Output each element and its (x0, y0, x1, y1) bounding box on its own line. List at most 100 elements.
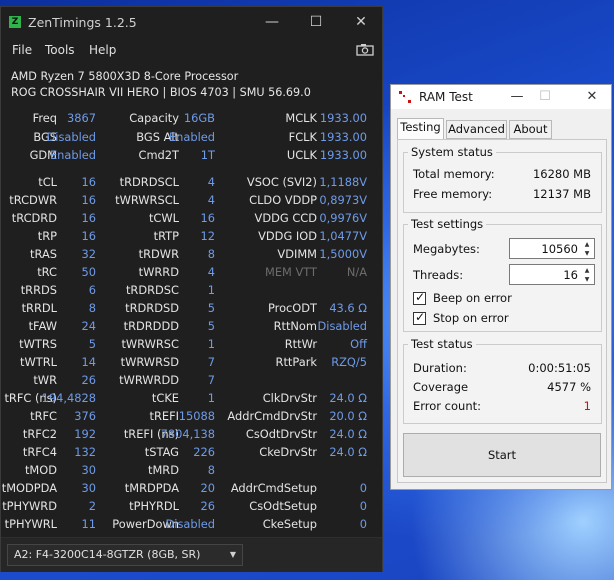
timing-value: 4 (207, 265, 215, 279)
timing-label: tRFC2 (22, 427, 57, 441)
stop-on-error-checkbox[interactable] (413, 310, 426, 325)
chevron-down-icon: ▼ (229, 550, 236, 559)
timing-value: 0 (359, 517, 367, 531)
menu-tools[interactable]: Tools (45, 43, 75, 57)
timing-label: tRAS (30, 247, 57, 261)
stop-on-error-label[interactable]: Stop on error (433, 311, 509, 325)
test-settings-group: Test settings Megabytes: 10560 ▲ ▼ Threa… (403, 217, 602, 332)
threads-value: 16 (563, 268, 578, 282)
minimize-button[interactable]: — (506, 87, 528, 107)
summary-value: 1933.00 (319, 111, 367, 125)
timing-label: VDDG CCD (254, 211, 317, 225)
timing-value: RZQ/5 (331, 355, 367, 369)
timing-label: ClkDrvStr (262, 391, 317, 405)
test-status-title: Test status (408, 337, 476, 351)
timing-value: 1 (207, 337, 215, 351)
megabytes-stepper[interactable]: 10560 ▲ ▼ (509, 238, 595, 259)
window-title: ZenTimings 1.2.5 (28, 15, 137, 30)
summary-value: Enabled (168, 129, 215, 144)
timing-label: tRDRDDD (123, 319, 179, 333)
timing-label: tRFC4 (22, 445, 57, 459)
chevron-down-icon[interactable]: ▼ (581, 249, 593, 258)
timing-value: 16 (200, 211, 216, 225)
system-status-title: System status (408, 145, 496, 159)
timing-value: 7 (207, 373, 215, 387)
beep-on-error-checkbox[interactable] (413, 290, 426, 305)
dimm-select[interactable]: A2: F4-3200C14-8GTZR (8GB, SR) ▼ (7, 544, 243, 566)
timing-value: 0,9976V (319, 211, 367, 225)
ramtest-window: RAM Test — ☐ ✕ Testing Advanced About Sy… (390, 84, 612, 490)
timing-value: 1,5000V (319, 247, 367, 261)
test-settings-title: Test settings (408, 217, 487, 231)
timing-value: 24.0 Ω (329, 445, 367, 459)
menu-file[interactable]: File (12, 43, 32, 57)
camera-icon[interactable] (356, 43, 374, 56)
maximize-button[interactable]: ☐ (534, 87, 556, 107)
duration-label: Duration: (413, 361, 467, 375)
tab-testing[interactable]: Testing (397, 118, 444, 140)
timing-label: tRDRDSD (125, 301, 179, 315)
timing-value: 1,0477V (319, 229, 367, 243)
timing-value: 15088 (178, 409, 215, 423)
timing-label: CsOdtSetup (249, 499, 317, 513)
start-button[interactable]: Start (403, 433, 601, 477)
timing-value: 14 (81, 355, 97, 369)
testing-panel: System status Total memory: 16280 MB Fre… (397, 139, 607, 483)
timing-value: 194,4828 (41, 391, 96, 405)
summary-label: Freq (32, 111, 57, 125)
total-memory-label: Total memory: (413, 167, 495, 181)
timing-value: 43.6 Ω (329, 301, 367, 315)
threads-stepper[interactable]: 16 ▲ ▼ (509, 264, 595, 285)
zentimings-titlebar[interactable]: Z ZenTimings 1.2.5 — ☐ ✕ (1, 7, 382, 37)
timing-label: tRCDWR (9, 193, 57, 207)
timing-value: 30 (81, 481, 97, 495)
timing-label: tPHYWRL (4, 517, 57, 531)
timing-value: N/A (346, 265, 367, 279)
summary-label: UCLK (286, 148, 317, 162)
timing-label: tRCDRD (11, 211, 57, 225)
timing-value: 8 (88, 301, 96, 315)
zentimings-logo-icon: Z (9, 16, 21, 28)
timing-label: RttNom (273, 319, 317, 333)
timing-label: tWR (33, 373, 57, 387)
chevron-up-icon[interactable]: ▲ (581, 266, 593, 275)
timing-label: tMRDPDA (124, 481, 179, 495)
ramtest-titlebar[interactable]: RAM Test — ☐ ✕ (391, 85, 611, 109)
megabytes-label: Megabytes: (413, 242, 480, 256)
coverage-label: Coverage (413, 380, 469, 394)
chevron-up-icon[interactable]: ▲ (581, 240, 593, 249)
tab-advanced[interactable]: Advanced (446, 120, 507, 139)
timing-value: 1 (207, 391, 215, 405)
menu-help[interactable]: Help (89, 43, 116, 57)
timing-label: tPHYRDL (129, 499, 179, 513)
processor-info: AMD Ryzen 7 5800X3D 8-Core Processor ROG… (11, 69, 311, 101)
timing-label: CkeSetup (262, 517, 317, 531)
chevron-down-icon[interactable]: ▼ (581, 275, 593, 284)
timing-value: 26 (200, 499, 216, 513)
timing-label: tWRRD (138, 265, 179, 279)
summary-value: 1933.00 (319, 148, 367, 162)
timing-label: VSOC (SVI2) (246, 175, 317, 189)
timing-label: tRDWR (138, 247, 179, 261)
timing-value: 7 (207, 355, 215, 369)
timing-value: 226 (193, 445, 215, 459)
timing-value: 8 (207, 463, 215, 477)
close-button[interactable]: ✕ (581, 87, 603, 107)
timing-label: tCKE (151, 391, 179, 405)
timing-value: 26 (81, 373, 97, 387)
timing-value: Disabled (165, 517, 215, 531)
timing-value: 8 (207, 247, 215, 261)
beep-on-error-label[interactable]: Beep on error (433, 291, 512, 305)
timing-label: MEM VTT (265, 265, 317, 279)
close-button[interactable]: ✕ (346, 11, 376, 33)
timing-label: CsOdtDrvStr (245, 427, 317, 441)
minimize-button[interactable]: — (257, 11, 287, 33)
timing-value: 192 (74, 427, 96, 441)
timing-label: tFAW (28, 319, 57, 333)
timing-value: 16 (81, 175, 97, 189)
maximize-button[interactable]: ☐ (301, 11, 331, 33)
timing-label: tWRWRSD (120, 355, 179, 369)
tab-about[interactable]: About (509, 120, 552, 139)
timing-value: 30 (81, 463, 97, 477)
timing-label: tWTRS (19, 337, 57, 351)
